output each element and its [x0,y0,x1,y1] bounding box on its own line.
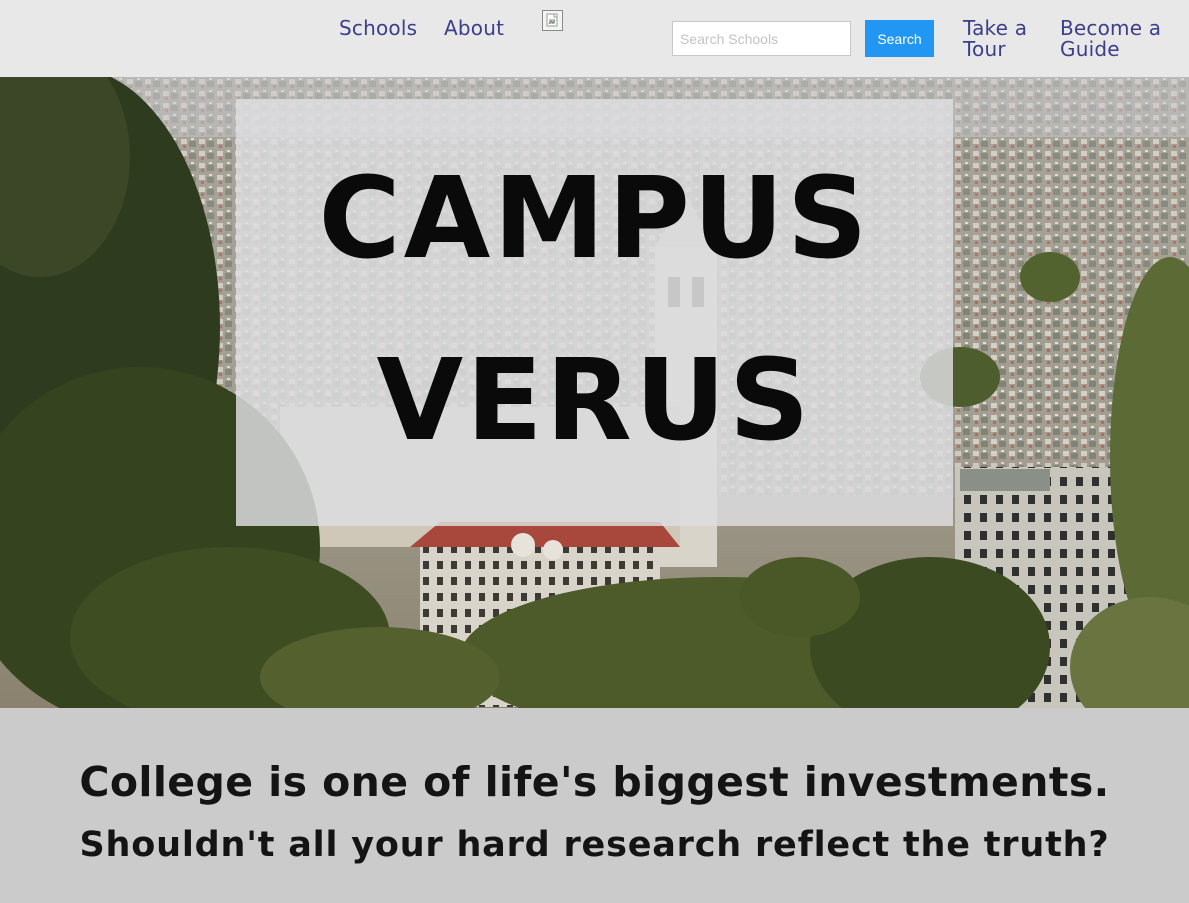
nav-link-take-a-tour[interactable]: Take a Tour [963,18,1043,60]
hero-section: CAMPUS VERUS [0,77,1189,708]
search-input[interactable] [672,21,851,56]
hero-title-line-1: CAMPUS [318,154,871,284]
hero-title-line-2: VERUS [376,336,813,466]
nav-link-about[interactable]: About [444,18,504,39]
search-button[interactable]: Search [865,20,934,57]
tagline-headline: College is one of life's biggest investm… [79,758,1110,806]
tagline-subheadline: Shouldn't all your hard research reflect… [79,825,1110,865]
nav-link-become-a-guide[interactable]: Become a Guide [1060,18,1180,60]
hero-title-panel: CAMPUS VERUS [236,99,953,526]
tagline-section: College is one of life's biggest investm… [0,708,1189,903]
top-navigation-bar: Schools About Search Take a Tour Become … [0,0,1189,77]
broken-image-icon[interactable] [542,10,563,31]
nav-link-schools[interactable]: Schools [339,18,417,39]
